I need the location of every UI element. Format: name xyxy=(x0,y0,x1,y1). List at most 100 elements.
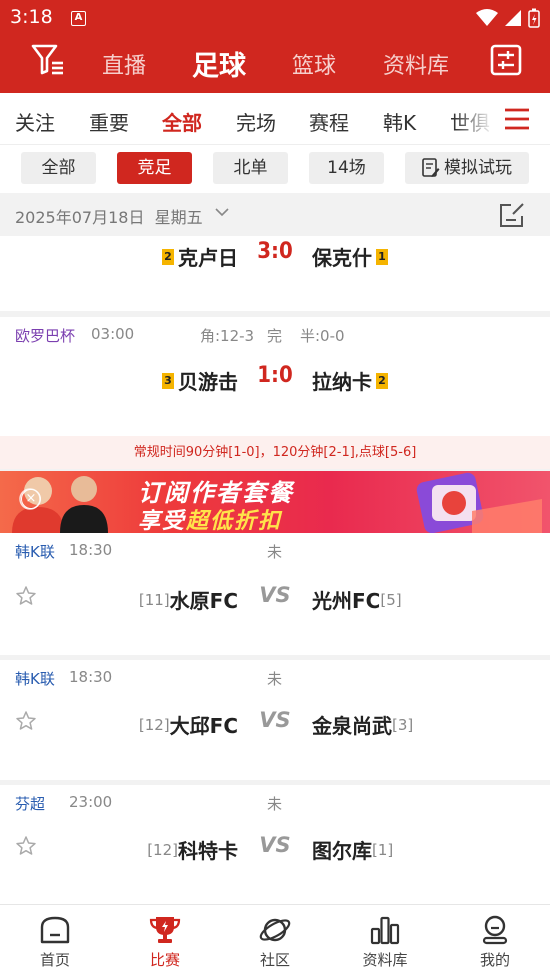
match-time: 03:00 xyxy=(91,325,135,343)
chip-beidan[interactable]: 北单 xyxy=(213,152,288,184)
status-time: 3:18 xyxy=(10,6,53,28)
system-icons xyxy=(476,8,540,28)
nav-matches-label: 比赛 xyxy=(149,951,180,969)
tab-k-league[interactable]: 韩K xyxy=(383,107,416,136)
corner-stats: 角:12-3 xyxy=(200,327,255,345)
away-rank-badge: 2 xyxy=(376,372,388,389)
vs-label: VS xyxy=(259,583,291,607)
away-rank: [5] xyxy=(380,590,402,609)
status-bar: 3:18 A xyxy=(0,0,550,36)
away-team-name: 图尔库 xyxy=(312,839,372,863)
filter-icon[interactable] xyxy=(30,42,66,78)
chip-all[interactable]: 全部 xyxy=(21,152,96,184)
match-card[interactable]: 韩K联 18:30 未 [11] 水原FC VS 光州FC [5] xyxy=(0,533,550,655)
home-rank-badge: 3 xyxy=(162,372,174,389)
away-team: 拉纳卡 2 xyxy=(312,366,392,395)
match-score: 1:0 xyxy=(257,363,293,388)
home-rank-badge: 2 xyxy=(162,248,174,265)
match-time: 18:30 xyxy=(69,541,113,559)
promo-banner[interactable]: × 订阅作者套餐 享受超低折扣 xyxy=(0,471,550,533)
league-name: 韩K联 xyxy=(15,543,55,561)
battery-icon xyxy=(528,8,540,28)
home-team-name: 科特卡 xyxy=(178,839,238,863)
match-card[interactable]: 欧罗巴杯 03:00 角:12-3 完 半:0-0 3 贝游击 1:0 拉纳卡 2 xyxy=(0,317,550,436)
match-time: 18:30 xyxy=(69,668,113,686)
bottom-nav: 首页 比赛 社区 资料库 我的 xyxy=(0,904,550,979)
category-tabs: 关注 重要 全部 完场 赛程 韩K 世俱 xyxy=(0,93,550,145)
home-rank: [12] xyxy=(147,840,178,859)
away-team: 光州FC [5] xyxy=(312,585,402,614)
banner-subtitle-prefix: 享受 xyxy=(138,509,187,533)
match-card[interactable]: 韩K联 18:30 未 [12] 大邱FC VS 金泉尚武 [3] xyxy=(0,660,550,780)
chip-14-matches[interactable]: 14场 xyxy=(309,152,384,184)
app-screen: 3:18 A 直播 足球 篮球 资料库 关注 重要 全部 完场 赛程 韩K 全部… xyxy=(0,0,550,979)
away-team: 图尔库 [1] xyxy=(312,835,393,864)
tab-live[interactable]: 直播 xyxy=(102,48,146,80)
nav-database[interactable]: 资料库 xyxy=(345,915,425,970)
nav-profile[interactable]: 我的 xyxy=(455,915,535,970)
nav-profile-label: 我的 xyxy=(479,951,510,969)
top-header: 3:18 A 直播 足球 篮球 资料库 xyxy=(0,0,550,93)
banner-highlight: 超低折扣 xyxy=(186,509,283,533)
nav-home-label: 首页 xyxy=(39,951,70,969)
planet-icon xyxy=(259,918,291,942)
match-status: 未 xyxy=(267,543,283,561)
tab-all[interactable]: 全部 xyxy=(162,107,202,136)
home-icon xyxy=(40,916,70,944)
menu-icon[interactable] xyxy=(504,107,530,131)
nav-community[interactable]: 社区 xyxy=(235,915,315,970)
star-icon[interactable] xyxy=(15,585,37,607)
home-team: [12] 科特卡 xyxy=(147,835,238,864)
league-name: 欧罗巴杯 xyxy=(15,327,76,345)
nav-community-label: 社区 xyxy=(259,951,290,969)
match-status: 完 xyxy=(267,327,283,345)
league-name: 韩K联 xyxy=(15,670,55,688)
nav-matches[interactable]: 比赛 xyxy=(125,915,205,970)
away-rank-badge: 1 xyxy=(376,248,388,265)
match-card[interactable]: 2 克卢日 3:0 保克什 1 xyxy=(0,236,550,311)
wifi-icon xyxy=(476,9,498,26)
match-note: 常规时间90分钟[1-0]，120分钟[2-1],点球[5-6] xyxy=(0,436,550,469)
gift-box-image xyxy=(416,472,542,533)
main-nav: 直播 足球 篮球 资料库 xyxy=(0,38,550,88)
close-icon[interactable]: × xyxy=(21,489,41,509)
home-team: [11] 水原FC xyxy=(139,585,238,614)
match-score: 3:0 xyxy=(257,239,293,264)
away-team: 保克什 1 xyxy=(312,242,392,271)
home-team-name: 水原FC xyxy=(169,589,238,613)
away-rank: [1] xyxy=(372,840,394,859)
signal-icon xyxy=(505,10,521,26)
date-selector[interactable]: 2025年07月18日 星期五 xyxy=(15,204,203,228)
away-team-name: 拉纳卡 xyxy=(312,370,372,394)
match-card[interactable]: 芬超 23:00 未 [12] 科特卡 VS 图尔库 [1] xyxy=(0,785,550,904)
date-text: 2025年07月18日 xyxy=(15,208,145,227)
sliders-icon[interactable] xyxy=(490,44,522,76)
tab-basketball[interactable]: 篮球 xyxy=(292,48,336,80)
home-team: [12] 大邱FC xyxy=(139,710,238,739)
bar-chart-icon xyxy=(370,916,400,945)
chip-simulate[interactable]: 模拟试玩 xyxy=(405,152,529,184)
tab-finished[interactable]: 完场 xyxy=(236,107,276,136)
star-icon[interactable] xyxy=(15,710,37,732)
filter-chips: 全部 竞足 北单 14场 模拟试玩 xyxy=(0,145,550,193)
tab-schedule[interactable]: 赛程 xyxy=(309,107,349,136)
edit-note-icon[interactable] xyxy=(498,201,526,229)
tab-football[interactable]: 足球 xyxy=(192,44,246,83)
trophy-icon xyxy=(149,917,181,943)
home-team: 2 克卢日 xyxy=(158,242,238,271)
tab-follow[interactable]: 关注 xyxy=(15,107,55,136)
home-team: 3 贝游击 xyxy=(158,366,238,395)
star-icon[interactable] xyxy=(15,835,37,857)
halftime-score: 半:0-0 xyxy=(300,327,345,345)
nav-home[interactable]: 首页 xyxy=(15,915,95,970)
chip-jingzu[interactable]: 竞足 xyxy=(117,152,192,184)
promo-people-image xyxy=(12,476,108,533)
tab-important[interactable]: 重要 xyxy=(89,107,129,136)
weekday-text: 星期五 xyxy=(154,208,203,227)
chevron-down-icon[interactable] xyxy=(215,207,229,217)
away-team-name: 光州FC xyxy=(312,589,381,613)
tab-database[interactable]: 资料库 xyxy=(383,48,449,80)
away-team-name: 金泉尚武 xyxy=(312,714,392,738)
away-rank: [3] xyxy=(392,715,414,734)
league-name: 芬超 xyxy=(15,795,46,813)
